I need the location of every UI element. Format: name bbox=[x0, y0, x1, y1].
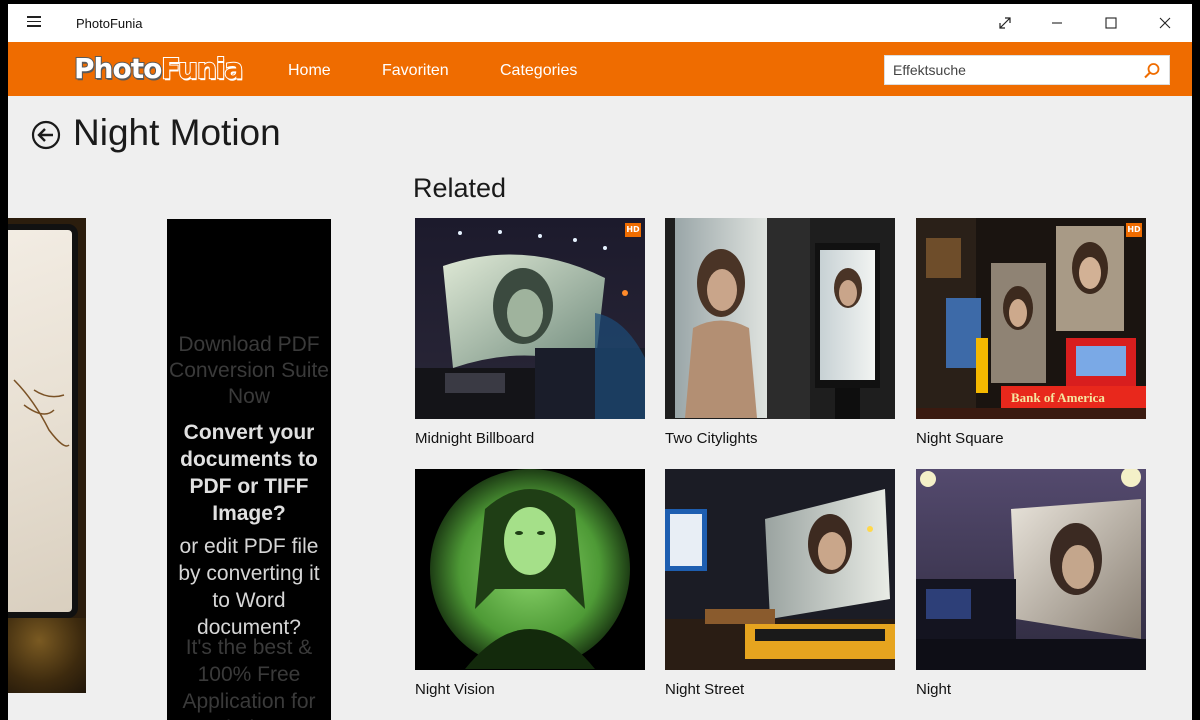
preview-ground bbox=[8, 618, 86, 693]
tile-thumbnail: HD bbox=[415, 218, 645, 419]
hd-badge: HD bbox=[625, 223, 641, 237]
ad-footer-dim: It's the best & 100% Free Application fo… bbox=[182, 636, 316, 720]
effect-preview-image[interactable] bbox=[8, 218, 86, 693]
tile-thumbnail bbox=[665, 469, 895, 670]
tile-thumbnail bbox=[916, 469, 1146, 670]
related-tile-night-square[interactable]: Bank of America HD Night Square bbox=[916, 218, 1146, 447]
minimize-icon[interactable] bbox=[1032, 4, 1082, 42]
app-header: Photo Funia Home Favoriten Categories bbox=[8, 42, 1192, 96]
related-tile-night-street[interactable]: Night Street bbox=[665, 469, 895, 698]
tile-thumbnail bbox=[665, 218, 895, 419]
nav-favorites[interactable]: Favoriten bbox=[382, 62, 449, 80]
related-tile-two-citylights[interactable]: Two Citylights bbox=[665, 218, 895, 447]
hamburger-menu-icon[interactable] bbox=[22, 13, 46, 33]
ad-headline-bold: Convert your documents to PDF or TIFF Im… bbox=[180, 421, 318, 525]
ad-body-text: or edit PDF file by converting it to Wor… bbox=[178, 535, 320, 639]
back-arrow-circle-icon[interactable] bbox=[31, 120, 61, 150]
title-bar: PhotoFunia bbox=[8, 4, 1192, 42]
tile-caption: Night Vision bbox=[415, 681, 495, 698]
nav-categories[interactable]: Categories bbox=[500, 62, 577, 80]
ad-headline-dim: Download PDF Conversion Suite Now bbox=[169, 333, 329, 408]
tile-caption: Night Square bbox=[916, 430, 1004, 447]
window-title: PhotoFunia bbox=[76, 16, 143, 31]
search-input[interactable] bbox=[885, 56, 1139, 84]
close-icon[interactable] bbox=[1140, 4, 1190, 42]
logo-part-funia: Funia bbox=[160, 51, 244, 86]
tile-thumbnail bbox=[415, 469, 645, 670]
nav-home[interactable]: Home bbox=[288, 62, 331, 80]
advertisement-banner[interactable]: Download PDF Conversion Suite Now Conver… bbox=[167, 219, 331, 720]
fullscreen-icon[interactable] bbox=[980, 4, 1030, 42]
related-heading: Related bbox=[413, 173, 507, 203]
tile-caption: Two Citylights bbox=[665, 430, 758, 447]
hd-badge: HD bbox=[1126, 223, 1142, 237]
tile-caption: Midnight Billboard bbox=[415, 430, 535, 447]
tile-caption: Night bbox=[916, 681, 952, 698]
app-window: PhotoFunia Photo Funia Home Favoriten Cat… bbox=[8, 4, 1192, 720]
related-tile-night-vision[interactable]: Night Vision bbox=[415, 469, 645, 698]
search-icon[interactable] bbox=[1143, 62, 1161, 80]
logo-part-photo: Photo bbox=[73, 51, 163, 86]
search-box bbox=[884, 55, 1170, 85]
photofunia-logo[interactable]: Photo Funia bbox=[73, 51, 244, 86]
related-tile-midnight-billboard[interactable]: HD Midnight Billboard bbox=[415, 218, 645, 447]
maximize-icon[interactable] bbox=[1086, 4, 1136, 42]
related-tile-night[interactable]: Night bbox=[916, 469, 1146, 698]
tile-caption: Night Street bbox=[665, 681, 745, 698]
page-title: Night Motion bbox=[73, 112, 281, 153]
tile-thumbnail: Bank of America HD bbox=[916, 218, 1146, 419]
preview-frame bbox=[8, 224, 78, 618]
svg-text:Bank of America: Bank of America bbox=[1011, 390, 1105, 405]
